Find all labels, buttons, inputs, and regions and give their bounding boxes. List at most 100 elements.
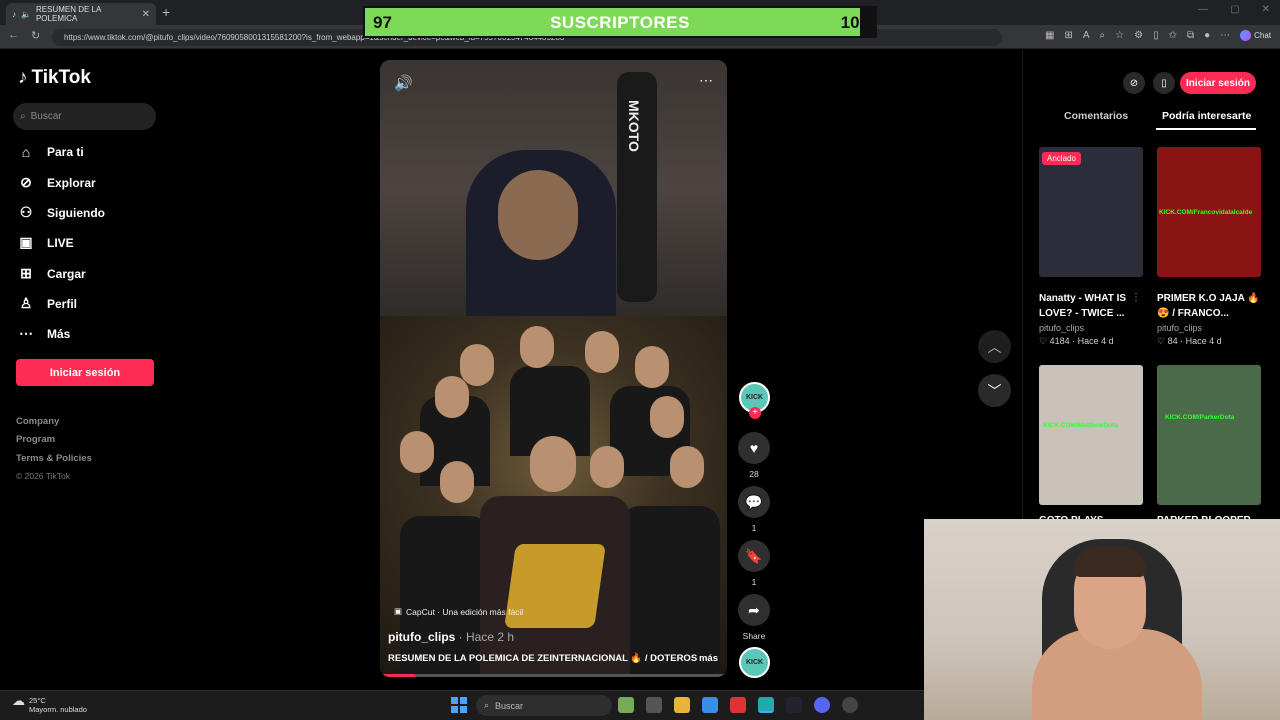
- video-player[interactable]: MKOTO 🔊 ⋯ ▣ CapCut · Una edición más fáci…: [380, 60, 727, 677]
- discord-icon[interactable]: [814, 697, 830, 713]
- live-tv-icon: ▣: [19, 234, 33, 250]
- suggested-video-card[interactable]: KICK.COM/MatthewDota GOTO PLAYS: [1039, 365, 1143, 528]
- more-options-icon[interactable]: ⋯: [699, 72, 713, 89]
- poster-face: [520, 326, 554, 368]
- capcut-icon: ▣: [394, 606, 403, 616]
- sound-avatar[interactable]: KICK: [739, 647, 770, 678]
- search-input[interactable]: ⌕ Buscar: [13, 103, 156, 130]
- nav-cargar[interactable]: ⊞ Cargar: [18, 265, 86, 282]
- video-author[interactable]: pitufo_clips · Hace 2 h: [388, 630, 514, 644]
- steam-icon[interactable]: [786, 697, 802, 713]
- office-icon[interactable]: [730, 697, 746, 713]
- reload-icon[interactable]: ↻: [31, 29, 40, 42]
- share-action[interactable]: ➦ Share: [738, 594, 770, 641]
- login-button-sidebar[interactable]: Iniciar sesión: [16, 359, 154, 386]
- search-icon: ⌕: [20, 111, 26, 122]
- right-tabs: Comentarios Podría interesarte: [1038, 108, 1258, 130]
- collections-icon[interactable]: ⧉: [1187, 30, 1194, 41]
- heart-outline-icon: ♡: [1039, 336, 1050, 346]
- tiktok-logo[interactable]: ♪ TikTok: [18, 67, 91, 89]
- taskbar-app-icon[interactable]: [618, 697, 634, 713]
- apps-icon[interactable]: ▦: [1045, 30, 1054, 41]
- profile-icon[interactable]: ●: [1204, 30, 1210, 41]
- video-description: RESUMEN DE LA POLEMICA DE ZEINTERNACIONA…: [388, 653, 718, 664]
- windows-start-icon[interactable]: [451, 697, 467, 713]
- more-dots-icon: ⋯: [19, 325, 33, 341]
- like-action[interactable]: ♥ 28: [738, 432, 770, 479]
- weather-widget[interactable]: ☁ 25°C Mayorm. nublado: [12, 694, 87, 714]
- volume-icon[interactable]: 🔊: [394, 74, 413, 92]
- star-icon[interactable]: ☆: [1115, 30, 1124, 41]
- close-window-icon[interactable]: ✕: [1262, 4, 1270, 15]
- person-icon: ♙: [19, 295, 33, 311]
- poster-face: [440, 461, 474, 503]
- poster-face: [400, 431, 434, 473]
- volume-icon[interactable]: 🔈: [21, 10, 31, 19]
- poster-face: [585, 331, 619, 373]
- card-menu-icon[interactable]: ⋮: [1131, 292, 1141, 303]
- nav-explorar[interactable]: ⊘ Explorar: [18, 174, 96, 191]
- streamer-webcam-overlay: [924, 519, 1280, 720]
- video-time: · Hace 2 h: [455, 630, 515, 644]
- more-link[interactable]: más: [699, 653, 718, 664]
- phone-icon[interactable]: ▯: [1153, 72, 1175, 94]
- tiktok-favicon-icon: ♪: [12, 9, 16, 19]
- previous-video-chevron-up-icon[interactable]: ︿: [978, 330, 1011, 363]
- compass-icon: ⊘: [20, 174, 32, 190]
- tab-comentarios[interactable]: Comentarios: [1064, 110, 1128, 122]
- footer-program[interactable]: Program: [16, 434, 55, 445]
- next-video-chevron-down-icon[interactable]: ﹀: [978, 374, 1011, 407]
- split-icon[interactable]: ▯: [1153, 30, 1159, 41]
- like-count: 28: [749, 469, 759, 479]
- obs-icon[interactable]: [842, 697, 858, 713]
- footer-terms[interactable]: Terms & Policies: [16, 453, 92, 464]
- capcut-label[interactable]: ▣ CapCut · Una edición más fácil: [394, 606, 523, 617]
- favorites-icon[interactable]: ✩: [1169, 30, 1177, 41]
- toolbar-icons: ▦ ⊞ A ⌕ ☆ ⚙ ▯ ✩ ⧉ ● ⋯ Chat: [1045, 30, 1271, 41]
- zoom-icon[interactable]: ⌕: [1100, 30, 1106, 41]
- nav-siguiendo[interactable]: ⚇ Siguiendo: [18, 204, 105, 221]
- nav-mas[interactable]: ⋯ Más: [18, 325, 70, 342]
- grid-icon[interactable]: ⊞: [1064, 30, 1072, 41]
- comment-action[interactable]: 💬 1: [738, 486, 770, 533]
- nav-live[interactable]: ▣ LIVE: [18, 234, 73, 251]
- suggested-video-card[interactable]: Anclado Nanatty - WHAT IS LOVE? - TWICE …: [1039, 147, 1143, 347]
- chat-button[interactable]: Chat: [1240, 30, 1271, 41]
- browser-tab[interactable]: ♪ 🔈 RESUMEN DE LA POLEMICA ✕: [6, 3, 156, 25]
- nav-perfil[interactable]: ♙ Perfil: [18, 295, 77, 312]
- pinned-badge: Anclado: [1042, 152, 1081, 165]
- card-thumbnail: KICK.COM/Francovidalalcalde: [1157, 147, 1261, 277]
- card-menu-icon[interactable]: ⋮: [1249, 292, 1259, 303]
- save-action[interactable]: 🔖 1: [738, 540, 770, 587]
- card-stats: ♡ 4184 · Hace 4 d: [1039, 336, 1114, 346]
- tab-title: RESUMEN DE LA POLEMICA: [35, 5, 101, 23]
- login-button-top[interactable]: Iniciar sesión: [1180, 72, 1256, 94]
- close-tab-icon[interactable]: ✕: [142, 9, 150, 20]
- card-thumbnail: KICK.COM/MatthewDota: [1039, 365, 1143, 505]
- maximize-icon[interactable]: ▢: [1230, 4, 1239, 15]
- new-tab-icon[interactable]: +: [162, 4, 170, 20]
- copyright: © 2026 TikTok: [16, 471, 70, 481]
- copilot-icon: [1240, 30, 1252, 41]
- taskbar-search[interactable]: ⌕ Buscar: [476, 695, 612, 716]
- poster-face: [460, 344, 494, 386]
- edge-icon[interactable]: [758, 697, 774, 713]
- extensions-icon[interactable]: ⚙: [1134, 30, 1143, 41]
- suggested-video-card[interactable]: KICK.COM/Francovidalalcalde PRIMER K.O J…: [1157, 147, 1261, 347]
- suggested-video-card[interactable]: KICK.COM/ParkerDota PARKER BLOOPER: [1157, 365, 1261, 528]
- minimize-icon[interactable]: —: [1198, 4, 1208, 15]
- more-icon[interactable]: ⋯: [1220, 30, 1230, 41]
- compass-icon[interactable]: ⊘: [1123, 72, 1145, 94]
- copilot-app-icon[interactable]: [702, 697, 718, 713]
- thumb-overlay-text: KICK.COM/ParkerDota: [1165, 414, 1235, 421]
- translate-icon[interactable]: A: [1083, 30, 1090, 41]
- video-progress-bar[interactable]: [380, 674, 727, 677]
- task-view-icon[interactable]: [646, 697, 662, 713]
- footer-company[interactable]: Company: [16, 416, 59, 427]
- follow-plus-icon[interactable]: +: [749, 407, 761, 419]
- file-explorer-icon[interactable]: [674, 697, 690, 713]
- upload-icon: ⊞: [20, 265, 32, 281]
- nav-para-ti[interactable]: ⌂ Para ti: [18, 144, 84, 160]
- tab-podria-interesarte[interactable]: Podría interesarte: [1162, 110, 1251, 122]
- back-icon[interactable]: ←: [8, 29, 19, 42]
